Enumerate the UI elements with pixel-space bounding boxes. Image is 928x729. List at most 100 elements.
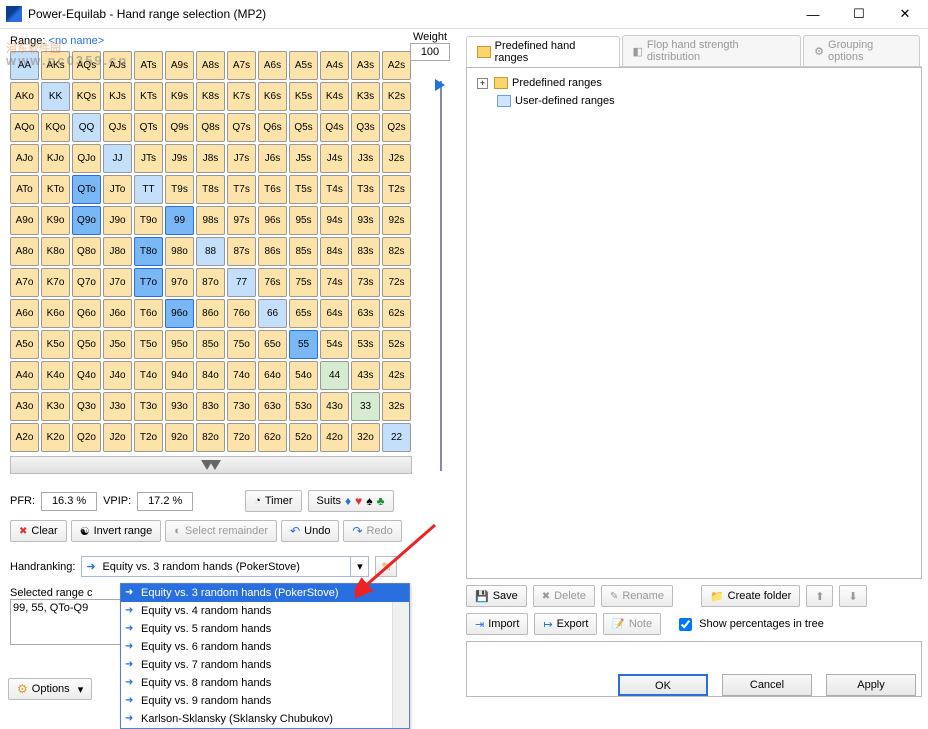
hand-cell-Q2o[interactable]: Q2o — [72, 423, 101, 452]
hand-cell-KQo[interactable]: KQo — [41, 113, 70, 142]
hand-cell-AJo[interactable]: AJo — [10, 144, 39, 173]
hand-cell-AKs[interactable]: AKs — [41, 51, 70, 80]
hand-cell-K3o[interactable]: K3o — [41, 392, 70, 421]
hand-cell-J7o[interactable]: J7o — [103, 268, 132, 297]
cancel-button[interactable]: Cancel — [722, 674, 812, 696]
hand-cell-QQ[interactable]: QQ — [72, 113, 101, 142]
redo-button[interactable]: Redo — [343, 520, 401, 542]
hand-cell-A4s[interactable]: A4s — [320, 51, 349, 80]
hand-cell-T2s[interactable]: T2s — [382, 175, 411, 204]
hand-cell-KTs[interactable]: KTs — [134, 82, 163, 111]
hand-cell-75s[interactable]: 75s — [289, 268, 318, 297]
hand-cell-85o[interactable]: 85o — [196, 330, 225, 359]
slider-thumb[interactable] — [435, 79, 445, 91]
hand-cell-72o[interactable]: 72o — [227, 423, 256, 452]
dropdown-item[interactable]: ➜Equity vs. 8 random hands — [121, 674, 409, 692]
note-button[interactable]: Note — [603, 613, 661, 635]
hand-cell-K7s[interactable]: K7s — [227, 82, 256, 111]
hand-cell-J3s[interactable]: J3s — [351, 144, 380, 173]
hand-cell-64s[interactable]: 64s — [320, 299, 349, 328]
hand-cell-K5s[interactable]: K5s — [289, 82, 318, 111]
hand-cell-86o[interactable]: 86o — [196, 299, 225, 328]
import-button[interactable]: Import — [466, 613, 528, 635]
pfr-value[interactable]: 16.3 % — [41, 492, 97, 511]
hand-cell-A8s[interactable]: A8s — [196, 51, 225, 80]
hand-cell-T6o[interactable]: T6o — [134, 299, 163, 328]
hand-cell-22[interactable]: 22 — [382, 423, 411, 452]
hand-cell-A7s[interactable]: A7s — [227, 51, 256, 80]
hand-cell-53s[interactable]: 53s — [351, 330, 380, 359]
hand-cell-K5o[interactable]: K5o — [41, 330, 70, 359]
hand-cell-55[interactable]: 55 — [289, 330, 318, 359]
hand-cell-42s[interactable]: 42s — [382, 361, 411, 390]
invert-button[interactable]: Invert range — [71, 520, 162, 542]
hand-cell-K6s[interactable]: K6s — [258, 82, 287, 111]
hand-cell-65o[interactable]: 65o — [258, 330, 287, 359]
hand-cell-T5s[interactable]: T5s — [289, 175, 318, 204]
hand-cell-J5o[interactable]: J5o — [103, 330, 132, 359]
hand-cell-K2s[interactable]: K2s — [382, 82, 411, 111]
hand-cell-97s[interactable]: 97s — [227, 206, 256, 235]
hand-cell-Q7s[interactable]: Q7s — [227, 113, 256, 142]
hand-cell-A2o[interactable]: A2o — [10, 423, 39, 452]
hand-cell-Q6o[interactable]: Q6o — [72, 299, 101, 328]
hand-cell-J2o[interactable]: J2o — [103, 423, 132, 452]
hand-cell-QJs[interactable]: QJs — [103, 113, 132, 142]
hand-cell-K4s[interactable]: K4s — [320, 82, 349, 111]
hand-cell-Q5o[interactable]: Q5o — [72, 330, 101, 359]
hand-cell-A7o[interactable]: A7o — [10, 268, 39, 297]
hand-cell-K8o[interactable]: K8o — [41, 237, 70, 266]
hand-cell-AQs[interactable]: AQs — [72, 51, 101, 80]
hand-cell-T2o[interactable]: T2o — [134, 423, 163, 452]
hand-cell-T4s[interactable]: T4s — [320, 175, 349, 204]
hand-cell-K3s[interactable]: K3s — [351, 82, 380, 111]
tab-flop-strength[interactable]: ◧Flop hand strength distribution — [622, 35, 802, 66]
hand-cell-J7s[interactable]: J7s — [227, 144, 256, 173]
hand-cell-74s[interactable]: 74s — [320, 268, 349, 297]
hand-cell-A9s[interactable]: A9s — [165, 51, 194, 80]
hand-cell-T5o[interactable]: T5o — [134, 330, 163, 359]
edit-handranking-button[interactable] — [375, 556, 397, 577]
hand-cell-93o[interactable]: 93o — [165, 392, 194, 421]
hand-cell-87o[interactable]: 87o — [196, 268, 225, 297]
hand-cell-T3s[interactable]: T3s — [351, 175, 380, 204]
hand-cell-T8o[interactable]: T8o — [134, 237, 163, 266]
weight-slider[interactable] — [440, 81, 454, 471]
hand-cell-J9o[interactable]: J9o — [103, 206, 132, 235]
hand-cell-Q4o[interactable]: Q4o — [72, 361, 101, 390]
vpip-value[interactable]: 17.2 % — [137, 492, 193, 511]
hand-cell-A5s[interactable]: A5s — [289, 51, 318, 80]
hand-cell-A3s[interactable]: A3s — [351, 51, 380, 80]
hand-cell-63s[interactable]: 63s — [351, 299, 380, 328]
hand-cell-TT[interactable]: TT — [134, 175, 163, 204]
hand-cell-42o[interactable]: 42o — [320, 423, 349, 452]
range-tree[interactable]: + Predefined ranges User-defined ranges — [466, 67, 922, 579]
hand-cell-K9s[interactable]: K9s — [165, 82, 194, 111]
apply-button[interactable]: Apply — [826, 674, 916, 696]
timer-button[interactable]: Timer — [245, 490, 301, 512]
hand-cell-K7o[interactable]: K7o — [41, 268, 70, 297]
hand-cell-J6o[interactable]: J6o — [103, 299, 132, 328]
hand-cell-A4o[interactable]: A4o — [10, 361, 39, 390]
hand-cell-62s[interactable]: 62s — [382, 299, 411, 328]
hand-cell-52s[interactable]: 52s — [382, 330, 411, 359]
move-down-button[interactable] — [839, 585, 866, 607]
hand-cell-T3o[interactable]: T3o — [134, 392, 163, 421]
combo-dropdown-arrow[interactable]: ▾ — [350, 557, 368, 576]
hand-cell-Q3o[interactable]: Q3o — [72, 392, 101, 421]
hand-cell-82o[interactable]: 82o — [196, 423, 225, 452]
hand-cell-33[interactable]: 33 — [351, 392, 380, 421]
options-button[interactable]: Options▾ — [8, 678, 92, 700]
hand-cell-Q4s[interactable]: Q4s — [320, 113, 349, 142]
hand-cell-K6o[interactable]: K6o — [41, 299, 70, 328]
delete-button[interactable]: Delete — [533, 585, 595, 607]
hand-cell-A8o[interactable]: A8o — [10, 237, 39, 266]
hand-cell-K2o[interactable]: K2o — [41, 423, 70, 452]
hand-cell-94s[interactable]: 94s — [320, 206, 349, 235]
hand-cell-AJs[interactable]: AJs — [103, 51, 132, 80]
handranking-combo[interactable]: ➜ Equity vs. 3 random hands (PokerStove)… — [81, 556, 369, 577]
select-remainder-button[interactable]: ◐Select remainder — [165, 520, 277, 542]
hand-cell-82s[interactable]: 82s — [382, 237, 411, 266]
hand-cell-66[interactable]: 66 — [258, 299, 287, 328]
hand-cell-JTs[interactable]: JTs — [134, 144, 163, 173]
